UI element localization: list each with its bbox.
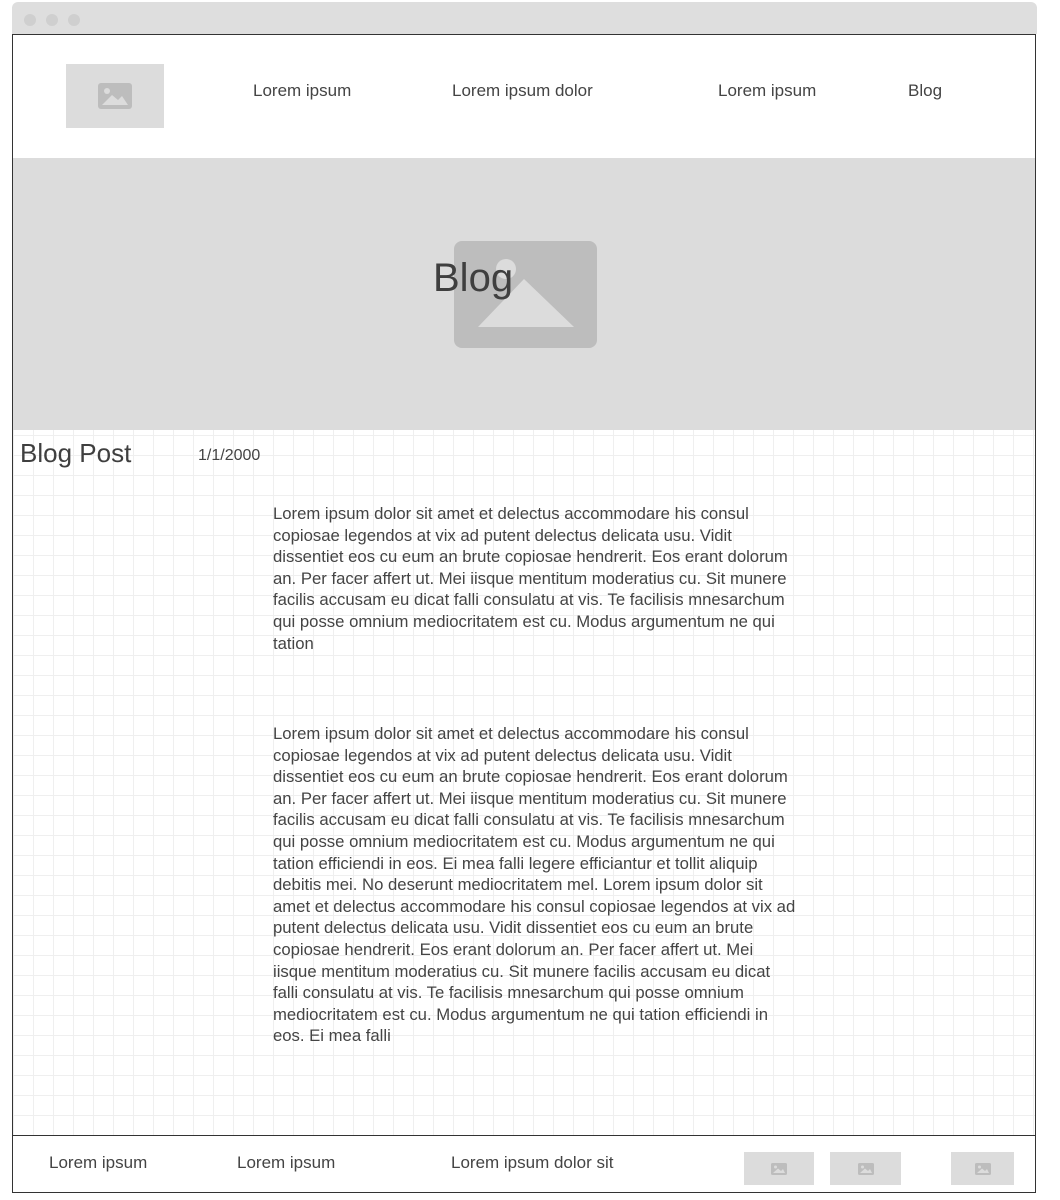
post-paragraph-2: Lorem ipsum dolor sit amet et delectus a…	[273, 724, 796, 1046]
hero-title: Blog	[433, 256, 514, 300]
post-title: Blog Post	[20, 438, 132, 468]
nav-link-3[interactable]: Lorem ipsum	[718, 81, 816, 101]
footer-image-1[interactable]	[744, 1152, 814, 1185]
post-paragraph-1: Lorem ipsum dolor sit amet et delectus a…	[273, 504, 788, 653]
browser-titlebar	[12, 2, 1037, 34]
top-navigation: Lorem ipsum Lorem ipsum dolor Lorem ipsu…	[13, 35, 1035, 158]
window-close-dot[interactable]	[24, 14, 36, 26]
footer-link-3[interactable]: Lorem ipsum dolor sit	[451, 1153, 614, 1173]
logo-image[interactable]	[66, 64, 164, 128]
footer-image-2[interactable]	[830, 1152, 901, 1185]
footer: Lorem ipsum Lorem ipsum Lorem ipsum dolo…	[13, 1135, 1035, 1192]
page-frame: Lorem ipsum Lorem ipsum dolor Lorem ipsu…	[12, 34, 1036, 1193]
footer-image-3[interactable]	[951, 1152, 1014, 1185]
footer-link-2[interactable]: Lorem ipsum	[237, 1153, 335, 1173]
post-date: 1/1/2000	[198, 447, 261, 464]
image-placeholder-icon	[98, 83, 132, 109]
nav-link-2[interactable]: Lorem ipsum dolor	[452, 81, 593, 101]
footer-link-1[interactable]: Lorem ipsum	[49, 1153, 147, 1173]
hero-banner: Blog	[13, 158, 1035, 430]
nav-link-1[interactable]: Lorem ipsum	[253, 81, 351, 101]
image-placeholder-icon	[974, 1162, 991, 1175]
image-placeholder-icon	[771, 1162, 787, 1175]
image-placeholder-icon	[857, 1162, 874, 1175]
window-minimize-dot[interactable]	[46, 14, 58, 26]
nav-link-blog[interactable]: Blog	[908, 81, 942, 101]
blog-post-content: Blog Post 1/1/2000 Lorem ipsum dolor sit…	[13, 430, 1035, 1135]
window-maximize-dot[interactable]	[68, 14, 80, 26]
